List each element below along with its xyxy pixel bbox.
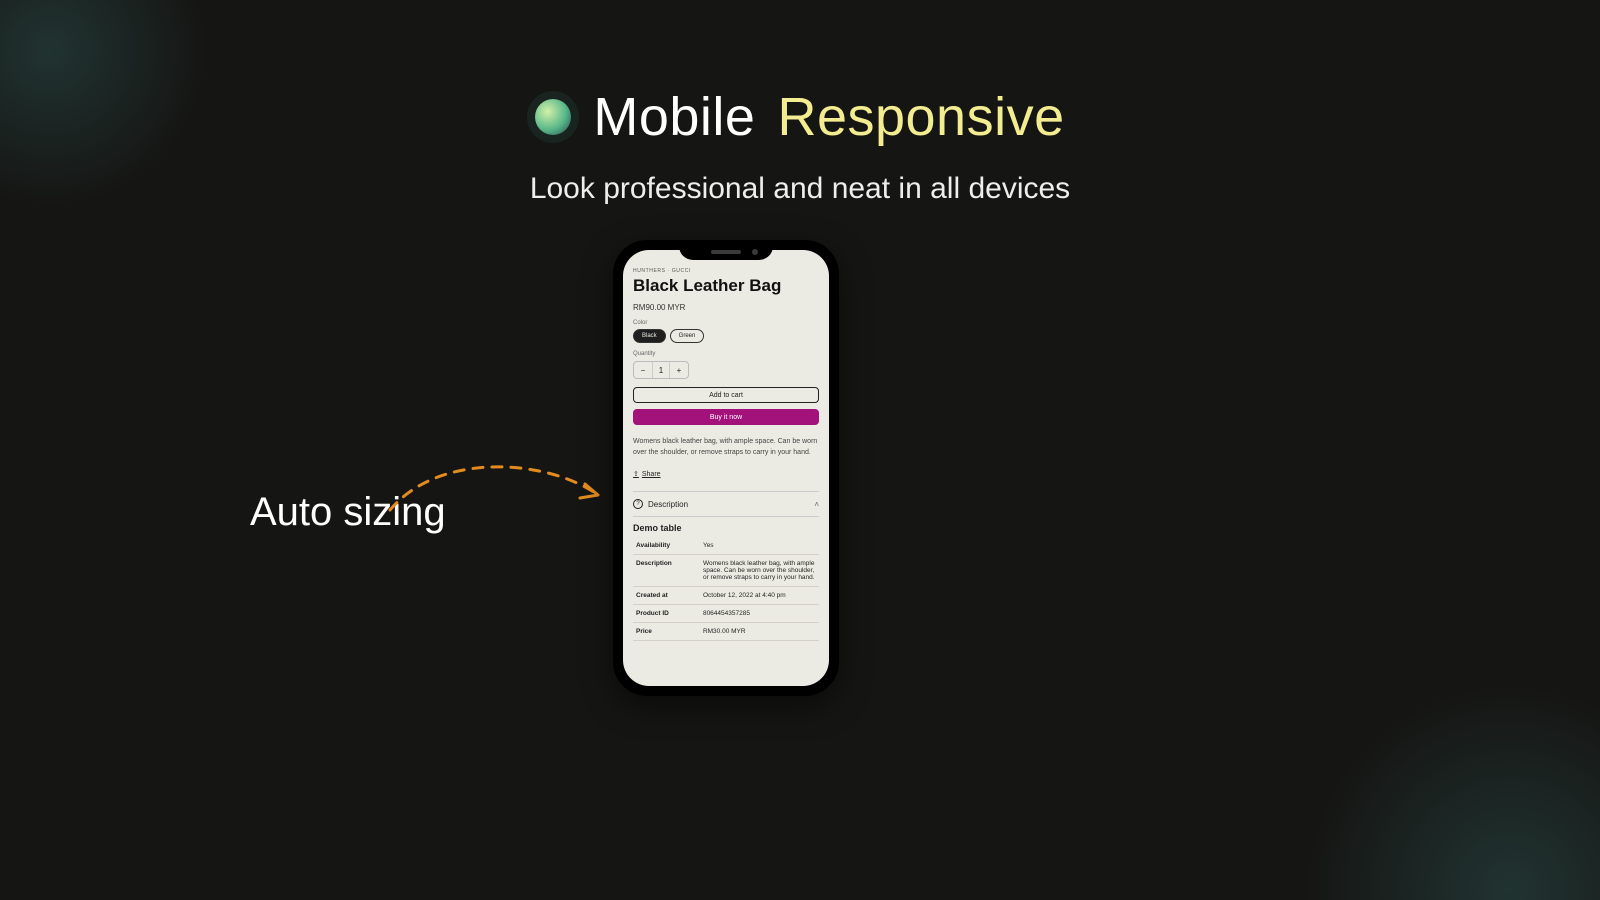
table-row: AvailabilityYes (633, 537, 819, 555)
hero-block: Mobile Responsive Look professional and … (0, 86, 1600, 206)
hero-title: Mobile Responsive (535, 86, 1064, 148)
product-description-text: Womens black leather bag, with ample spa… (633, 437, 819, 458)
question-mark-icon: ? (633, 499, 643, 509)
demo-table: AvailabilityYes DescriptionWomens black … (633, 537, 819, 641)
table-row: DescriptionWomens black leather bag, wit… (633, 555, 819, 587)
product-price: RM90.00 MYR (633, 303, 819, 312)
phone-screen: HUNTHERS · GUCCI Black Leather Bag RM90.… (623, 250, 829, 686)
quantity-value: 1 (652, 362, 670, 378)
table-row: Created atOctober 12, 2022 at 4:40 pm (633, 587, 819, 605)
decorative-blob-bottom-right (1300, 680, 1600, 900)
color-label: Color (633, 320, 819, 326)
color-option-black[interactable]: Black (633, 329, 666, 343)
quantity-stepper: − 1 + (633, 361, 689, 379)
pointer-arrow-icon (380, 440, 620, 540)
table-row: Product ID8064454357285 (633, 605, 819, 623)
buy-now-button[interactable]: Buy it now (633, 409, 819, 425)
product-title: Black Leather Bag (633, 276, 819, 296)
description-accordion-header[interactable]: ? Description ˄ (633, 491, 819, 517)
table-row: PriceRM30.00 MYR (633, 623, 819, 641)
share-label: Share (642, 471, 661, 478)
color-option-group: Black Green (633, 329, 819, 343)
accordion-title: Description (648, 500, 688, 509)
product-brand: HUNTHERS · GUCCI (633, 268, 819, 274)
brand-dot-icon (535, 99, 571, 135)
share-button[interactable]: ⇪ Share (633, 470, 661, 478)
demo-table-title: Demo table (633, 523, 819, 533)
chevron-up-icon: ˄ (814, 500, 819, 509)
phone-camera-icon (752, 249, 758, 255)
hero-title-word1: Mobile (593, 86, 755, 148)
hero-subtitle: Look professional and neat in all device… (0, 172, 1600, 206)
quantity-label: Quantity (633, 351, 819, 357)
color-option-green[interactable]: Green (670, 329, 705, 343)
quantity-decrement-button[interactable]: − (634, 362, 652, 378)
share-icon: ⇪ (633, 470, 639, 478)
hero-title-word2: Responsive (777, 86, 1064, 148)
phone-speaker-icon (711, 250, 741, 254)
phone-mockup: HUNTHERS · GUCCI Black Leather Bag RM90.… (613, 240, 839, 696)
quantity-increment-button[interactable]: + (670, 362, 688, 378)
add-to-cart-button[interactable]: Add to cart (633, 387, 819, 403)
